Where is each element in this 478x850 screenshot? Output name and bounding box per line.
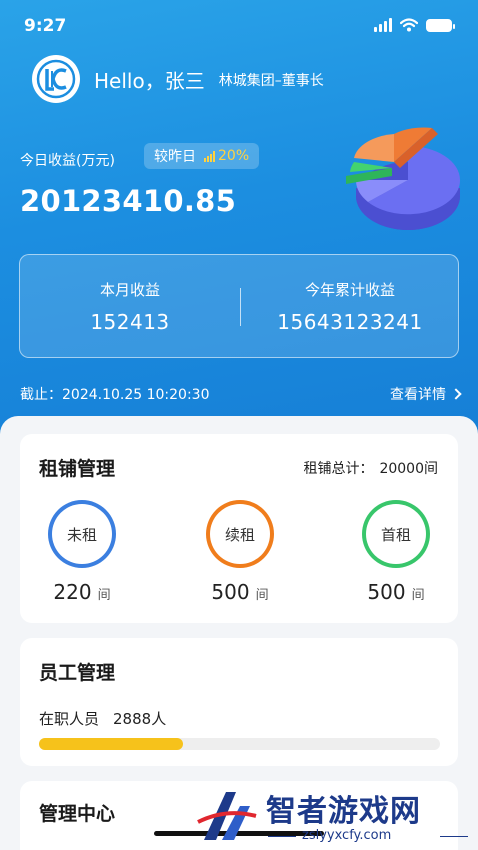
watermark-line-right [440,836,468,837]
ring-count-unit: 间 [411,588,425,603]
rent-item-first[interactable]: 首租 500 间 [346,500,446,604]
staff-label: 在职人员 [39,710,100,728]
rent-item-unrented[interactable]: 未租 220 间 [32,500,132,604]
ring-count-unit: 间 [97,588,111,603]
rent-management-card[interactable]: 租铺管理 租铺总计： 20000间 未租 220 间 续租 500 间 首租 500 间 [20,434,458,623]
ring-label: 未租 [66,525,97,544]
today-income-value: 20123410.85 [20,184,237,218]
watermark-title: 智者游戏网 [266,794,421,829]
battery-icon [426,18,455,32]
company-title: 林城集团–董事长 [218,73,324,89]
staff-count-row: 在职人员 2888人 [39,708,166,729]
user-header: Hello，张三 林城集团–董事长 [32,55,324,103]
ring-count: 500 间 [190,580,290,604]
chevron-right-icon [450,388,462,400]
ring-label: 续租 [224,525,255,544]
ring-label: 首租 [380,525,411,544]
ring-count-value: 500 [211,580,250,604]
today-income-label: 今日收益(万元) [20,153,115,169]
greeting-text: Hello，张三 [94,68,205,93]
ring-first: 首租 [362,500,430,568]
staff-management-card[interactable]: 员工管理 在职人员 2888人 [20,638,458,766]
wifi-icon [400,18,418,32]
staff-value: 2888人 [113,710,167,728]
rent-item-renewed[interactable]: 续租 500 间 [190,500,290,604]
asof-timestamp: 截止：2024.10.25 10:20:30 [20,387,210,403]
ring-count-value: 220 [53,580,92,604]
compare-badge: 较昨日 20% [144,143,260,169]
rent-total-value: 20000间 [379,461,438,477]
bar-chart-icon [204,150,215,162]
compare-percent-value: 20% [218,148,250,164]
year-income-value: 15643123241 [277,310,423,334]
ring-count: 500 间 [346,580,446,604]
staff-progress-fill [39,738,184,750]
compare-percent: 20% [204,148,249,164]
view-details-label: 查看详情 [390,387,446,403]
year-income: 今年累计收益 15643123241 [240,255,460,359]
summary-card: 本月收益 152413 今年累计收益 15643123241 [19,254,459,358]
signal-icon [374,18,392,32]
month-income-label: 本月收益 [99,281,160,299]
ring-count-unit: 间 [255,588,269,603]
view-details-link[interactable]: 查看详情 [390,384,462,404]
ring-renewed: 续租 [206,500,274,568]
month-income: 本月收益 152413 [20,255,240,359]
rent-total-label: 租铺总计： [303,461,374,477]
rent-title: 租铺管理 [39,458,116,480]
status-icons [374,18,455,32]
watermark-logo-icon [197,792,257,840]
staff-progress-track [39,738,440,750]
pie-chart-icon [346,127,461,230]
staff-title: 员工管理 [39,662,116,684]
watermark-url: zslyyxcfy.com [302,828,392,843]
ring-count-value: 500 [367,580,406,604]
watermark: 智者游戏网 zslyyxcfy.com [196,780,478,850]
management-title: 管理中心 [39,803,116,825]
ring-count: 220 间 [32,580,132,604]
ring-unrented: 未租 [48,500,116,568]
status-time: 9:27 [24,16,67,36]
watermark-line-left [268,836,296,837]
month-income-value: 152413 [90,310,170,334]
rent-total: 租铺总计： 20000间 [303,458,438,478]
logo-icon [32,55,80,103]
compare-label: 较昨日 [154,149,196,165]
status-bar: 9:27 [0,0,478,50]
year-income-label: 今年累计收益 [304,281,395,299]
